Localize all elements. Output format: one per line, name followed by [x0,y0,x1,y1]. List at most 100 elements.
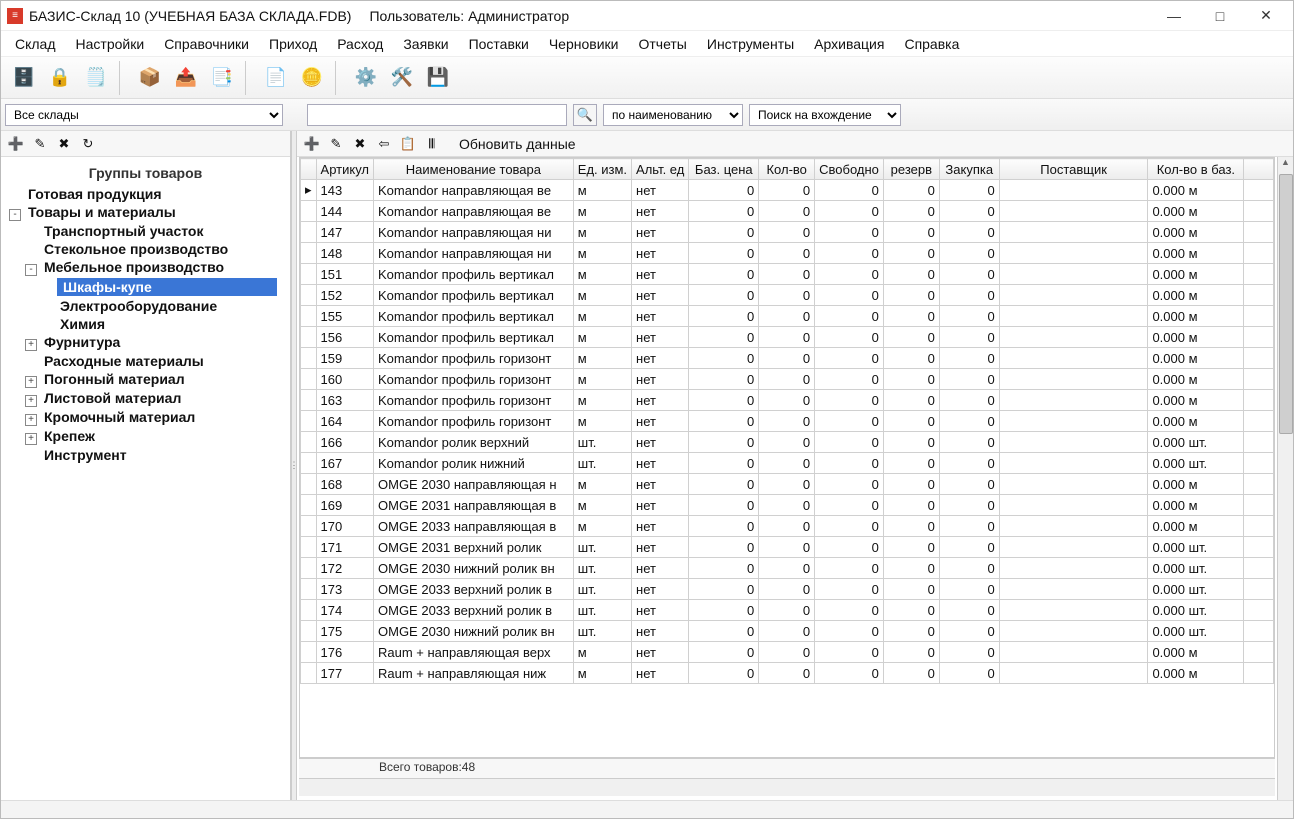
tree-node-label[interactable]: Кромочный материал [41,408,198,426]
column-header-qty[interactable]: Кол-во [759,159,815,180]
table-row[interactable]: 144Komandor направляющая вемнет000000.00… [301,201,1274,222]
column-header-res[interactable]: резерв [883,159,939,180]
column-header-blank[interactable] [1244,159,1274,180]
menu-поставки[interactable]: Поставки [459,33,539,55]
tree-node-label[interactable]: Транспортный участок [41,222,206,240]
column-header-price[interactable]: Баз. цена [689,159,759,180]
barcode-icon[interactable]: 𝄃𝄃 [421,133,443,155]
menu-справочники[interactable]: Справочники [154,33,259,55]
tree-del-icon[interactable]: ✖ [53,133,75,155]
menu-черновики[interactable]: Черновики [539,33,629,55]
table-row[interactable]: 155Komandor профиль вертикалмнет000000.0… [301,306,1274,327]
search-button[interactable]: 🔍 [573,104,597,126]
table-row[interactable]: 177Raum + направляющая нижмнет000000.000… [301,663,1274,684]
column-header-unit[interactable]: Ед. изм. [573,159,631,180]
table-row[interactable]: 170OMGE 2033 направляющая вмнет000000.00… [301,516,1274,537]
tree-add-icon[interactable]: ➕ [5,133,27,155]
menu-заявки[interactable]: Заявки [393,33,458,55]
tree-node[interactable]: Готовая продукция [9,185,290,203]
horizontal-scrollbar[interactable] [299,778,1275,796]
column-header-buy[interactable]: Закупка [939,159,999,180]
row-del-icon[interactable]: ✖ [349,133,371,155]
tree-node[interactable]: Инструмент [9,446,290,464]
tree-node[interactable]: + Кромочный материал [9,408,290,427]
tree-node-label[interactable]: Товары и материалы [25,203,179,221]
tree-node[interactable]: Шкафы-купе [9,277,290,297]
tree-expander[interactable]: + [25,395,37,407]
table-gear-icon[interactable]: 🛠️ [385,61,419,95]
db-gear-icon[interactable]: ⚙️ [349,61,383,95]
column-header-name[interactable]: Наименование товара [374,159,574,180]
tree-node[interactable]: Электрооборудование [9,297,290,315]
table-row[interactable]: 171OMGE 2031 верхний роликшт.нет000000.0… [301,537,1274,558]
search-mode-combo[interactable]: по наименованию [603,104,743,126]
table-row[interactable]: 159Komandor профиль горизонтмнет000000.0… [301,348,1274,369]
tree-node-label[interactable]: Инструмент [41,446,130,464]
category-tree[interactable]: Группы товаров Готовая продукция-Товары … [1,157,290,800]
tree-expander[interactable]: + [25,433,37,445]
menu-архивация[interactable]: Архивация [804,33,894,55]
menu-инструменты[interactable]: Инструменты [697,33,804,55]
tree-node[interactable]: -Мебельное производство [9,258,290,277]
table-row[interactable]: 156Komandor профиль вертикалмнет000000.0… [301,327,1274,348]
vertical-scrollbar[interactable]: ▲ [1277,157,1293,800]
tree-refresh-icon[interactable]: ↻ [77,133,99,155]
table-row[interactable]: 147Komandor направляющая нимнет000000.00… [301,222,1274,243]
close-button[interactable]: ✕ [1243,2,1289,30]
menu-приход[interactable]: Приход [259,33,327,55]
search-input[interactable] [307,104,567,126]
box-in-icon[interactable]: 📦 [133,61,167,95]
db-icon[interactable]: 🗄️ [7,61,41,95]
table-row[interactable]: 168OMGE 2030 направляющая нмнет000000.00… [301,474,1274,495]
table-row[interactable]: 148Komandor направляющая нимнет000000.00… [301,243,1274,264]
menu-расход[interactable]: Расход [327,33,393,55]
tree-node-label[interactable]: Листовой материал [41,389,184,407]
tree-expander[interactable]: + [25,376,37,388]
table-row[interactable]: 164Komandor профиль горизонтмнет000000.0… [301,411,1274,432]
column-header-mark[interactable] [301,159,317,180]
refresh-link[interactable]: Обновить данные [459,136,576,152]
minimize-button[interactable]: ― [1151,2,1197,30]
table-row[interactable]: 174OMGE 2033 верхний ролик вшт.нет000000… [301,600,1274,621]
tree-node[interactable]: Расходные материалы [9,352,290,370]
tree-node[interactable]: Транспортный участок [9,222,290,240]
tree-expander[interactable]: - [9,209,21,221]
tree-expander[interactable]: + [25,414,37,426]
column-header-sup[interactable]: Поставщик [999,159,1148,180]
tree-node-label[interactable]: Погонный материал [41,370,188,388]
table-row[interactable]: 152Komandor профиль вертикалмнет000000.0… [301,285,1274,306]
column-header-baseq[interactable]: Кол-во в баз. [1148,159,1244,180]
table-row[interactable]: 167Komandor ролик нижнийшт.нет000000.000… [301,453,1274,474]
tree-node-label[interactable]: Готовая продукция [25,185,165,203]
tree-node-label[interactable]: Стекольное производство [41,240,231,258]
tree-edit-icon[interactable]: ✎ [29,133,51,155]
lock-icon[interactable]: 🔒 [43,61,77,95]
menu-справка[interactable]: Справка [894,33,969,55]
menu-склад[interactable]: Склад [5,33,66,55]
tree-expander[interactable]: - [25,264,37,276]
tree-node[interactable]: + Погонный материал [9,370,290,389]
tree-node-label[interactable]: Электрооборудование [57,297,220,315]
tree-node-label[interactable]: Химия [57,315,108,333]
tree-node-label[interactable]: Фурнитура [41,333,123,351]
menu-настройки[interactable]: Настройки [66,33,155,55]
copy-docs-icon[interactable]: 📑 [205,61,239,95]
table-row[interactable]: 172OMGE 2030 нижний ролик вншт.нет000000… [301,558,1274,579]
column-header-alt[interactable]: Альт. ед [632,159,689,180]
tree-node[interactable]: + Крепеж [9,427,290,446]
table-row[interactable]: 175OMGE 2030 нижний ролик вншт.нет000000… [301,621,1274,642]
table-row[interactable]: ▸143Komandor направляющая вемнет000000.0… [301,180,1274,201]
data-grid[interactable]: АртикулНаименование товараЕд. изм.Альт. … [299,157,1275,758]
table-row[interactable]: 160Komandor профиль горизонтмнет000000.0… [301,369,1274,390]
tree-expander[interactable]: + [25,339,37,351]
menu-отчеты[interactable]: Отчеты [628,33,696,55]
tree-node-label[interactable]: Мебельное производство [41,258,227,276]
table-row[interactable]: 169OMGE 2031 направляющая вмнет000000.00… [301,495,1274,516]
tree-node-label[interactable]: Расходные материалы [41,352,207,370]
search-scope-combo[interactable]: Поиск на вхождение [749,104,901,126]
sheet-icon[interactable]: 🗒️ [79,61,113,95]
tree-node-label[interactable]: Крепеж [41,427,98,445]
tree-node[interactable]: + Листовой материал [9,389,290,408]
row-copy-icon[interactable]: 📋 [397,133,419,155]
column-header-art[interactable]: Артикул [316,159,373,180]
